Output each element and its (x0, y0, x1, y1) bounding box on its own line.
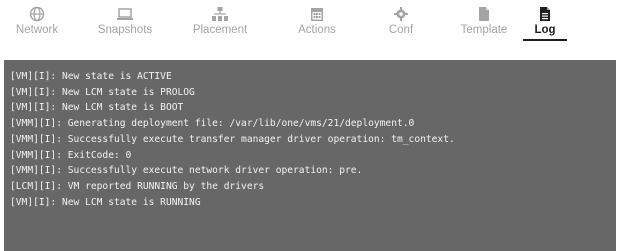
tab-label: Placement (192, 24, 248, 36)
tab-label: Conf (388, 24, 414, 36)
tab-placement[interactable]: Placement (183, 4, 257, 44)
gear-icon (391, 6, 411, 22)
tab-label: Network (15, 24, 59, 36)
tab-snapshots[interactable]: Snapshots (88, 4, 162, 44)
file-text-icon (535, 6, 555, 22)
active-tab-indicator (523, 39, 567, 41)
tab-label: Actions (298, 24, 336, 36)
log-line: [VMM][I]: Successfully execute network d… (10, 165, 363, 177)
network-icon (27, 6, 47, 22)
tab-network[interactable]: Network (0, 4, 74, 44)
tab-label: Log (534, 24, 556, 36)
log-line: [VMM][I]: ExitCode: 0 (10, 149, 132, 161)
log-line: [VM][I]: New LCM state is PROLOG (10, 86, 195, 98)
tab-bar: Network Snapshots Placement Actions Conf… (0, 0, 620, 46)
log-line: [VM][I]: New LCM state is RUNNING (10, 196, 201, 208)
log-line: [VMM][I]: Generating deployment file: /v… (10, 118, 415, 130)
laptop-icon (115, 6, 135, 22)
calendar-icon (307, 6, 327, 22)
tab-log[interactable]: Log (508, 4, 582, 44)
log-line: [VMM][I]: Successfully execute transfer … (10, 133, 455, 145)
sitemap-icon (210, 6, 230, 22)
file-icon (474, 6, 494, 22)
tab-conf[interactable]: Conf (364, 4, 438, 44)
tab-actions[interactable]: Actions (280, 4, 354, 44)
tab-label: Snapshots (97, 24, 153, 36)
log-console[interactable]: [VM][I]: New state is ACTIVE [VM][I]: Ne… (4, 60, 616, 251)
log-line: [VM][I]: New state is ACTIVE (10, 71, 172, 82)
log-line: [VM][I]: New LCM state is BOOT (10, 102, 184, 114)
log-line: [LCM][I]: VM reported RUNNING by the dri… (10, 180, 265, 192)
